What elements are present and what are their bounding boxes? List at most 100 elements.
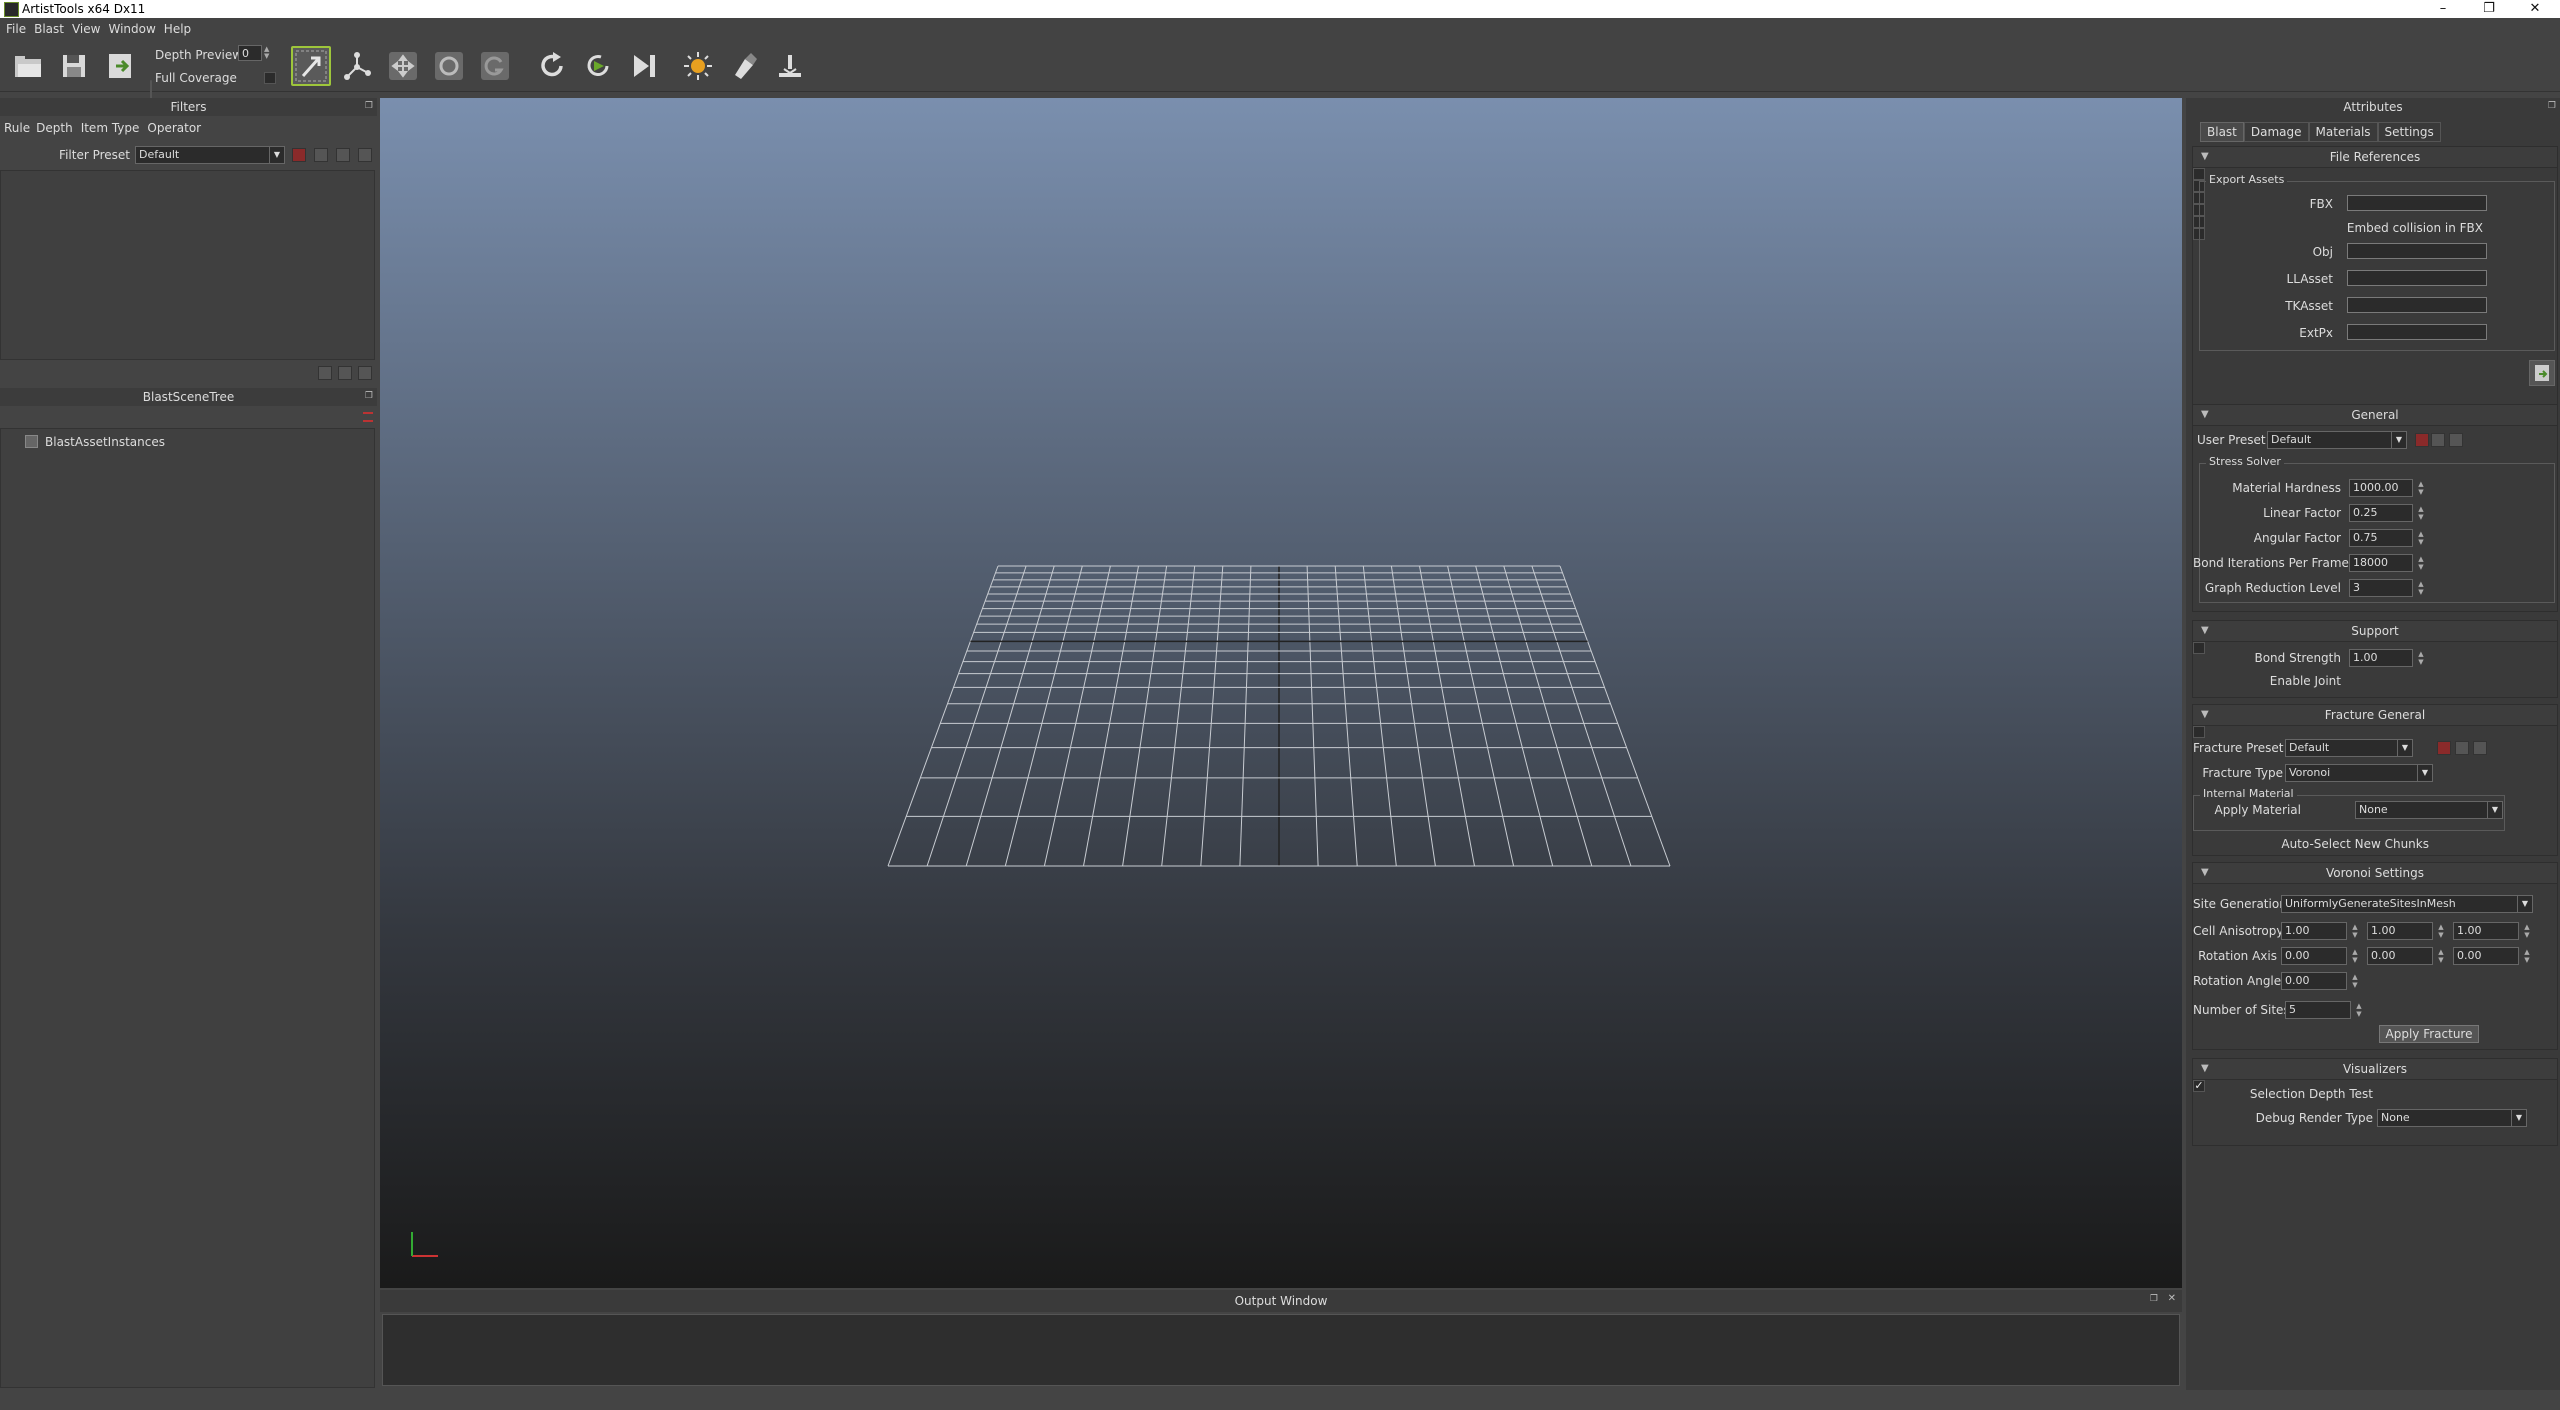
open-button[interactable]	[8, 46, 48, 86]
file-references-header[interactable]: ▼ File References	[2193, 147, 2557, 168]
cell-anisotropy-x[interactable]: 1.00 ▲ ▼	[2281, 922, 2358, 940]
llasset-path-field[interactable]	[2347, 270, 2487, 286]
visualizers-header[interactable]: ▼ Visualizers	[2193, 1059, 2557, 1080]
output-close-icon[interactable]: ✕	[2168, 1293, 2176, 1304]
spin-arrows-icon[interactable]: ▲ ▼	[2348, 923, 2362, 939]
restore-button[interactable]: ❐	[2466, 0, 2512, 18]
depth-preview-spinbox[interactable]: 0	[238, 45, 262, 61]
filter-preset-dropdown[interactable]: Default ▼	[135, 146, 285, 164]
voronoi-settings-header[interactable]: ▼ Voronoi Settings	[2193, 863, 2557, 884]
save-user-preset-icon[interactable]	[2449, 433, 2463, 447]
fbx-path-field[interactable]	[2347, 195, 2487, 211]
save-fracture-preset-icon[interactable]	[2473, 741, 2487, 755]
obj-path-field[interactable]	[2347, 243, 2487, 259]
support-header[interactable]: ▼ Support	[2193, 621, 2557, 642]
spin-arrows-icon[interactable]: ▲ ▼	[2348, 973, 2362, 989]
paint-button[interactable]	[724, 46, 764, 86]
extpx-path-field[interactable]	[2347, 324, 2487, 340]
fbx-checkbox[interactable]	[2193, 168, 2205, 180]
save-preset-icon[interactable]	[358, 148, 372, 162]
apply-material-dropdown[interactable]: None ▼	[2355, 801, 2503, 819]
collapse-filter-icon[interactable]	[358, 366, 372, 380]
delete-preset-icon[interactable]	[336, 148, 350, 162]
spin-arrows-icon[interactable]: ▲ ▼	[2434, 948, 2448, 964]
rotation-axis-z[interactable]: 0.00 ▲ ▼	[2453, 947, 2530, 965]
edit-preset-icon[interactable]	[314, 148, 328, 162]
general-header[interactable]: ▼ General	[2193, 405, 2557, 426]
tab-settings[interactable]: Settings	[2377, 122, 2441, 142]
output-log[interactable]	[382, 1314, 2180, 1386]
auto-select-checkbox[interactable]	[2193, 726, 2205, 738]
site-generation-dropdown[interactable]: UniformlyGenerateSitesInMesh ▼	[2281, 895, 2533, 913]
rotate-tool-button[interactable]	[429, 46, 469, 86]
save-button[interactable]	[54, 46, 94, 86]
user-preset-dropdown[interactable]: Default ▼	[2267, 431, 2407, 449]
full-coverage-checkbox[interactable]	[264, 72, 276, 84]
export-button[interactable]	[100, 46, 140, 86]
tkasset-path-field[interactable]	[2347, 297, 2487, 313]
tab-blast[interactable]: Blast	[2200, 122, 2244, 142]
refresh-button[interactable]	[532, 46, 572, 86]
menu-help[interactable]: Help	[160, 18, 195, 40]
graph-tool-button[interactable]	[337, 46, 377, 86]
spin-arrows-icon[interactable]: ▲ ▼	[2414, 480, 2428, 496]
angular-factor-spinbox[interactable]: 0.75 ▲ ▼	[2349, 529, 2424, 547]
scene-tree-undock-icon[interactable]: ❐	[365, 391, 373, 401]
tab-operator[interactable]: Operator	[143, 120, 205, 136]
filters-undock-icon[interactable]: ❐	[365, 101, 373, 111]
fracture-button[interactable]	[770, 46, 810, 86]
visibility-filter-icon[interactable]	[338, 366, 352, 380]
light-button[interactable]	[678, 46, 718, 86]
select-tool-button[interactable]	[291, 46, 331, 86]
depth-spin-arrows-icon[interactable]: ▲ ▼	[264, 46, 269, 60]
spin-arrows-icon[interactable]: ▲ ▼	[2352, 1002, 2366, 1018]
add-user-preset-icon[interactable]	[2415, 433, 2429, 447]
cell-anisotropy-y[interactable]: 1.00 ▲ ▼	[2367, 922, 2444, 940]
spin-arrows-icon[interactable]: ▲ ▼	[2520, 923, 2534, 939]
bond-strength-spinbox[interactable]: 1.00 ▲ ▼	[2349, 649, 2424, 667]
output-undock-icon[interactable]: ❐	[2150, 1294, 2158, 1304]
menu-window[interactable]: Window	[104, 18, 159, 40]
rotation-angle-spinbox[interactable]: 0.00 ▲ ▼	[2281, 972, 2358, 990]
add-preset-icon[interactable]	[292, 148, 306, 162]
rotation-axis-x[interactable]: 0.00 ▲ ▼	[2281, 947, 2358, 965]
attributes-undock-icon[interactable]: ❐	[2548, 101, 2556, 111]
export-assets-button[interactable]	[2529, 360, 2555, 386]
debug-render-type-dropdown[interactable]: None ▼	[2377, 1109, 2527, 1127]
spin-arrows-icon[interactable]: ▲ ▼	[2414, 505, 2428, 521]
edit-user-preset-icon[interactable]	[2431, 433, 2445, 447]
bond-iterations-spinbox[interactable]: 18000 ▲ ▼	[2349, 554, 2424, 572]
filters-list[interactable]	[0, 170, 375, 360]
tab-depth[interactable]: Depth	[32, 120, 77, 136]
menu-file[interactable]: File	[2, 18, 30, 40]
minimize-button[interactable]: –	[2420, 0, 2466, 18]
scene-tree-clear-icon[interactable]	[363, 412, 373, 422]
tab-item-type[interactable]: Item Type	[77, 120, 144, 136]
tree-item-blast-asset-instances[interactable]: BlastAssetInstances	[45, 435, 165, 449]
tab-rule[interactable]: Rule	[0, 120, 32, 136]
step-button[interactable]	[624, 46, 664, 86]
edit-fracture-preset-icon[interactable]	[2455, 741, 2469, 755]
spin-arrows-icon[interactable]: ▲ ▼	[2348, 948, 2362, 964]
spin-arrows-icon[interactable]: ▲ ▼	[2414, 580, 2428, 596]
tab-materials[interactable]: Materials	[2308, 122, 2378, 142]
move-tool-button[interactable]	[383, 46, 423, 86]
rotation-axis-y[interactable]: 0.00 ▲ ▼	[2367, 947, 2444, 965]
menu-view[interactable]: View	[68, 18, 104, 40]
linear-factor-spinbox[interactable]: 0.25 ▲ ▼	[2349, 504, 2424, 522]
spin-arrows-icon[interactable]: ▲ ▼	[2414, 555, 2428, 571]
apply-fracture-button[interactable]: Apply Fracture	[2379, 1025, 2479, 1043]
material-hardness-spinbox[interactable]: 1000.00 ▲ ▼	[2349, 479, 2424, 497]
fracture-general-header[interactable]: ▼ Fracture General	[2193, 705, 2557, 726]
select-filter-icon[interactable]	[318, 366, 332, 380]
spin-arrows-icon[interactable]: ▲ ▼	[2414, 650, 2428, 666]
spin-arrows-icon[interactable]: ▲ ▼	[2434, 923, 2448, 939]
scale-tool-button[interactable]	[475, 46, 515, 86]
add-fracture-preset-icon[interactable]	[2437, 741, 2451, 755]
simulate-button[interactable]	[578, 46, 618, 86]
spin-arrows-icon[interactable]: ▲ ▼	[2414, 530, 2428, 546]
close-window-button[interactable]: ✕	[2512, 0, 2558, 18]
spin-arrows-icon[interactable]: ▲ ▼	[2520, 948, 2534, 964]
number-of-sites-spinbox[interactable]: 5 ▲ ▼	[2285, 1001, 2362, 1019]
cell-anisotropy-z[interactable]: 1.00 ▲ ▼	[2453, 922, 2530, 940]
